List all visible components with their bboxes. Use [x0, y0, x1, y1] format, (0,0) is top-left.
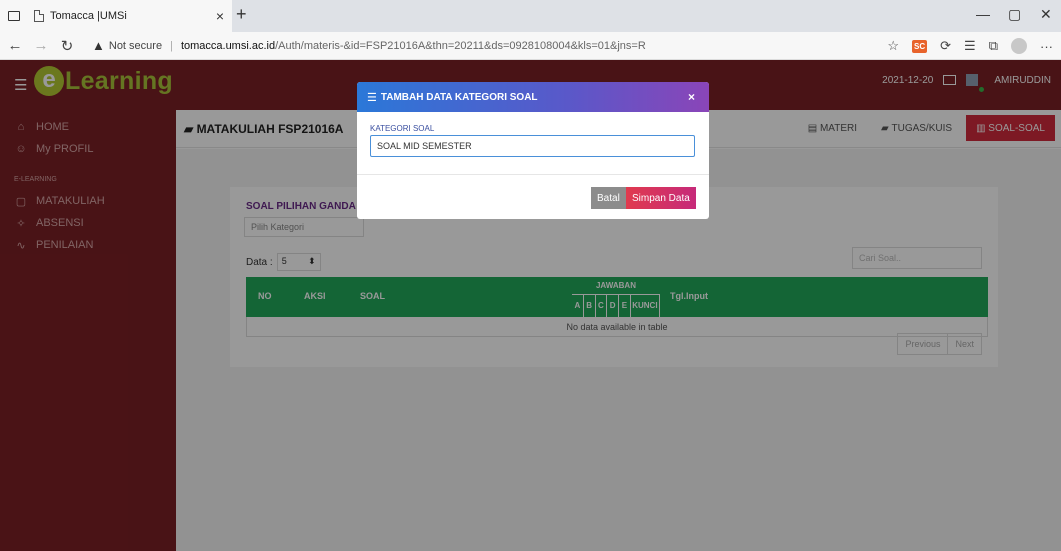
favorites-list-icon[interactable]: ☰	[964, 38, 976, 54]
tambah-kategori-modal: ☰ TAMBAH DATA KATEGORI SOAL × KATEGORI S…	[357, 82, 709, 219]
address-bar: ← → ↻ ▲ Not secure | tomacca.umsi.ac.id/…	[0, 32, 1061, 60]
browser-tab-bar: Tomacca |UMSi × + — ▢ ✕	[0, 0, 1061, 32]
kategori-soal-input[interactable]	[370, 135, 695, 157]
window-icon[interactable]	[8, 11, 20, 21]
favorite-star-icon[interactable]: ☆	[887, 38, 899, 54]
modal-title: TAMBAH DATA KATEGORI SOAL	[380, 91, 538, 103]
modal-body: KATEGORI SOAL	[357, 112, 709, 157]
minimize-icon[interactable]: —	[976, 6, 990, 22]
extension-icon[interactable]: ⟳	[940, 38, 951, 54]
url-field[interactable]: tomacca.umsi.ac.id/Auth/materis-&id=FSP2…	[181, 40, 646, 52]
not-secure-label[interactable]: Not secure	[109, 40, 162, 52]
browser-tab[interactable]: Tomacca |UMSi ×	[0, 0, 232, 32]
cancel-button[interactable]: Batal	[591, 187, 626, 209]
restore-icon[interactable]: ▢	[1008, 6, 1021, 23]
forward-icon[interactable]: →	[30, 37, 52, 54]
profile-avatar[interactable]	[1011, 38, 1027, 54]
tab-close-icon[interactable]: ×	[216, 8, 224, 24]
warning-icon[interactable]: ▲	[92, 38, 105, 53]
kategori-soal-label: KATEGORI SOAL	[370, 124, 435, 133]
url-host: tomacca.umsi.ac.id	[180, 39, 276, 52]
modal-footer: Batal Simpan Data	[357, 174, 709, 219]
url-path: /Auth/materis-&id=FSP21016A&thn=20211&ds…	[275, 39, 646, 52]
tab-title: Tomacca |UMSi	[50, 10, 127, 22]
modal-header: ☰ TAMBAH DATA KATEGORI SOAL ×	[357, 82, 709, 112]
save-button[interactable]: Simpan Data	[626, 187, 696, 209]
more-menu-icon[interactable]: ···	[1040, 39, 1053, 54]
close-window-icon[interactable]: ✕	[1040, 6, 1052, 23]
back-icon[interactable]: ←	[4, 37, 26, 54]
refresh-icon[interactable]: ↻	[56, 37, 78, 55]
divider: |	[170, 39, 173, 52]
collections-icon[interactable]: ⧉	[989, 38, 998, 54]
page-icon	[34, 10, 44, 22]
close-icon[interactable]: ×	[688, 90, 695, 104]
new-tab-button[interactable]: +	[236, 4, 247, 25]
extension-badge[interactable]: SC	[912, 39, 928, 53]
list-icon: ☰	[367, 91, 377, 104]
toolbar-icons: ☆ SC ⟳ ☰ ⧉ ···	[887, 32, 1053, 60]
